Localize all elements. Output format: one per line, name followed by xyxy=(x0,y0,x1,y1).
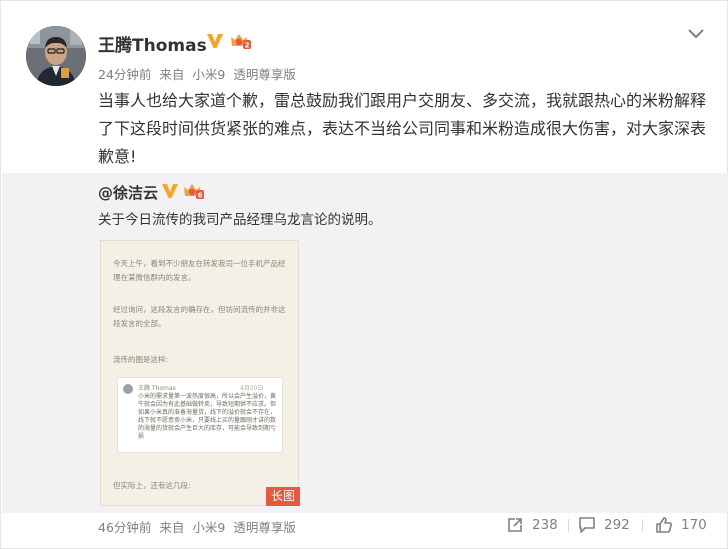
doc-shot-avatar xyxy=(123,384,133,394)
author-name[interactable]: 王腾Thomas xyxy=(98,31,207,56)
repost-text: 关于今日流传的我司产品经理乌龙言论的说明。 xyxy=(98,212,382,228)
like-button[interactable]: 170 xyxy=(655,515,707,535)
doc-embedded-screenshot: 王腾 Thomas 4月20日 小米的需求量第一波热度很高，所以会产生溢价，黄牛… xyxy=(117,377,283,453)
vip-crown-icon[interactable]: 6 xyxy=(183,182,205,204)
post-edition[interactable]: 透明尊享版 xyxy=(233,67,296,82)
vip-crown-icon[interactable]: 2 xyxy=(230,32,252,54)
post-from: 来自 xyxy=(159,67,185,82)
divider xyxy=(642,519,643,532)
doc-shot-name: 王腾 Thomas xyxy=(138,385,176,392)
repost-button[interactable]: 238 xyxy=(506,515,558,535)
repost-count: 238 xyxy=(532,517,558,533)
doc-paragraph-1: 今天上午，看到不少朋友在转发我司一位手机产品经理在某微信群内的发言。 xyxy=(113,259,286,282)
avatar[interactable] xyxy=(26,26,86,86)
like-count: 170 xyxy=(681,517,707,533)
footer-time[interactable]: 46分钟前 xyxy=(98,520,151,535)
footer-edition[interactable]: 透明尊享版 xyxy=(233,520,296,535)
like-icon xyxy=(656,517,672,533)
footer-device[interactable]: 小米9 xyxy=(192,520,225,535)
post-device[interactable]: 小米9 xyxy=(192,67,225,82)
svg-text:2: 2 xyxy=(245,42,250,50)
comment-button[interactable]: 292 xyxy=(578,515,630,535)
verified-v-icon[interactable] xyxy=(205,31,225,55)
repost-author[interactable]: @徐洁云 xyxy=(98,182,158,203)
doc-shot-time: 4月20日 xyxy=(240,385,264,392)
post-time[interactable]: 24分钟前 xyxy=(98,67,151,82)
repost-icon xyxy=(508,518,522,532)
doc-paragraph-2: 经过询问，这段发言的确存在，但坊间流传的并非这段发言的全部。 xyxy=(113,305,286,328)
post-text: 当事人也给大家道个歉，雷总鼓励我们跟用户交朋友、多交流，我就跟热心的米粉解释了下… xyxy=(98,91,707,166)
doc-paragraph-3: 流传的图是这样: xyxy=(113,355,169,364)
footer-from: 来自 xyxy=(159,520,185,535)
long-image-thumbnail[interactable]: 今天上午，看到不少朋友在转发我司一位手机产品经理在某微信群内的发言。 经过询问，… xyxy=(100,240,299,506)
verified-v-icon[interactable] xyxy=(160,181,180,205)
footer-meta: 46分钟前 来自 小米9 透明尊享版 xyxy=(98,517,300,536)
post-meta: 24分钟前 来自 小米9 透明尊享版 xyxy=(98,64,300,83)
svg-text:6: 6 xyxy=(198,192,203,200)
chevron-down-icon[interactable] xyxy=(687,25,705,44)
comment-count: 292 xyxy=(604,517,630,533)
doc-paragraph-4: 但实际上，还有这几段: xyxy=(113,481,191,490)
doc-shot-text: 小米的需求量第一波热度很高，所以会产生溢价，黄牛就会因为有此基础做转卖，导致短期… xyxy=(138,393,277,440)
divider xyxy=(568,519,569,532)
long-image-badge: 长图 xyxy=(266,487,300,506)
weibo-post-card: 王腾Thomas 2 24分钟前 来自 小米9 透明尊享版 当事人也给大家道个歉… xyxy=(0,0,728,549)
comment-icon xyxy=(579,517,595,533)
